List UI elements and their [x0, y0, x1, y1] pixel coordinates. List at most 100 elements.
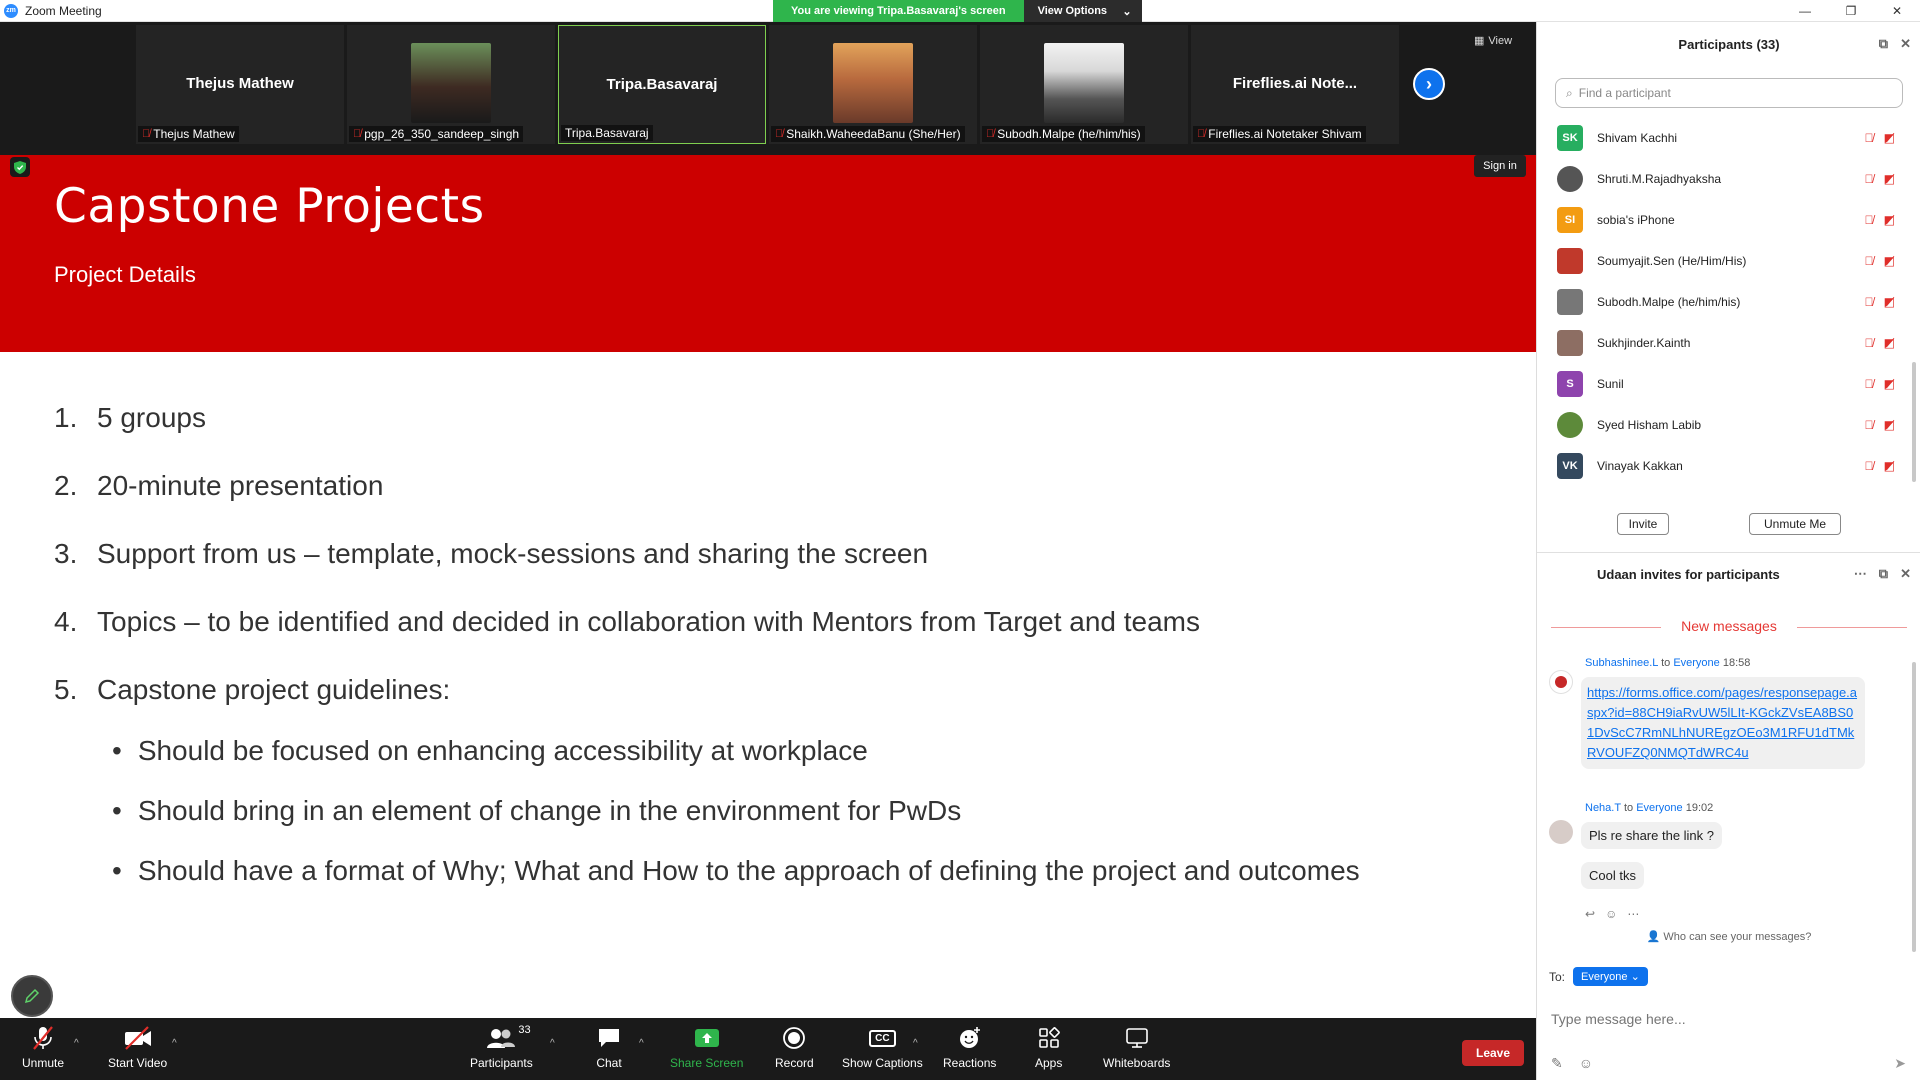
participant-search-input[interactable]: ⌕ Find a participant	[1555, 78, 1903, 108]
invite-button[interactable]: Invite	[1617, 513, 1669, 535]
bullet-text: Should be focused on enhancing accessibi…	[137, 735, 868, 766]
participant-row[interactable]: Subodh.Malpe (he/him/his) 🎙̸ ◩̸	[1537, 281, 1920, 322]
reactions-button[interactable]: Reactions	[943, 1024, 996, 1070]
participant-row[interactable]: SI sobia's iPhone 🎙̸ ◩̸	[1537, 199, 1920, 240]
side-panel: Participants (33) ⧉ ✕ ⌕ Find a participa…	[1536, 22, 1920, 1080]
annotate-pencil-button[interactable]	[11, 975, 53, 1017]
bullet-icon: •	[112, 855, 122, 886]
tile-label: 🎙̸ Subodh.Malpe (he/him/his)	[982, 126, 1145, 142]
apps-button[interactable]: Apps	[1035, 1024, 1062, 1070]
search-icon: ⌕	[1566, 85, 1573, 100]
send-icon[interactable]: ➤	[1894, 1055, 1906, 1072]
who-can-see-link[interactable]: 👤 Who can see your messages?	[1537, 930, 1920, 943]
video-tile[interactable]: Fireflies.ai Note... 🎙̸ Fireflies.ai Note…	[1191, 25, 1399, 144]
message-sender[interactable]: Subhashinee.L	[1585, 657, 1658, 669]
start-video-label: Start Video	[108, 1056, 168, 1070]
list-text: 5 groups	[97, 402, 206, 433]
close-icon[interactable]: ✕	[1900, 566, 1911, 582]
recipient-dropdown[interactable]: Everyone ⌄	[1573, 967, 1648, 986]
avatar	[1557, 329, 1583, 356]
video-tile[interactable]: 🎙̸ Shaikh.WaheedaBanu (She/Her)	[769, 25, 977, 144]
format-text-icon[interactable]: ✎	[1551, 1055, 1563, 1072]
pop-out-icon[interactable]: ⧉	[1879, 36, 1888, 52]
leave-button[interactable]: Leave	[1462, 1040, 1524, 1066]
message-to: to	[1623, 802, 1634, 814]
next-page-arrow-icon[interactable]: ›	[1413, 68, 1445, 100]
strip-view-label: View	[1488, 34, 1513, 47]
video-options-caret-icon[interactable]: ^	[172, 1038, 177, 1049]
whiteboards-button[interactable]: Whiteboards	[1103, 1024, 1170, 1070]
video-tile[interactable]: Thejus Mathew 🎙̸ Thejus Mathew	[136, 25, 344, 144]
participant-row[interactable]: VK Vinayak Kakkan 🎙̸ ◩̸	[1537, 445, 1920, 486]
muted-mic-icon: 🎙̸	[1864, 458, 1874, 473]
close-window-button[interactable]: ✕	[1874, 0, 1920, 22]
show-captions-button[interactable]: CC Show Captions	[842, 1024, 923, 1070]
chat-scrollbar[interactable]	[1912, 662, 1916, 952]
more-options-icon[interactable]: ⋯	[1854, 566, 1867, 582]
apps-grid-icon	[1038, 1024, 1060, 1052]
list-text: Support from us – template, mock-session…	[97, 538, 929, 569]
audio-options-caret-icon[interactable]: ^	[74, 1038, 79, 1049]
participant-status-icons: 🎙̸ ◩̸	[1865, 295, 1895, 309]
close-icon[interactable]: ✕	[1900, 36, 1911, 52]
message-link[interactable]: https://forms.office.com/pages/responsep…	[1587, 685, 1857, 760]
video-off-icon	[123, 1024, 153, 1052]
muted-mic-icon: 🎙̸	[1864, 376, 1874, 391]
participant-row[interactable]: S Sunil 🎙̸ ◩̸	[1537, 363, 1920, 404]
search-placeholder: Find a participant	[1578, 86, 1671, 100]
list-number: 1.	[54, 402, 78, 433]
muted-microphone-icon	[30, 1024, 56, 1052]
video-tile[interactable]: 🎙̸ pgp_26_350_sandeep_singh	[347, 25, 555, 144]
unmute-label: Unmute	[22, 1056, 65, 1070]
minimize-button[interactable]: —	[1782, 0, 1828, 22]
emoji-reaction-icon[interactable]: ☺	[1605, 907, 1617, 921]
chat-message-input[interactable]	[1551, 994, 1901, 1044]
tile-label-text: Subodh.Malpe (he/him/his)	[997, 127, 1141, 141]
more-options-icon[interactable]: ⋯	[1627, 907, 1639, 921]
participants-button[interactable]: 33 Participants	[470, 1024, 533, 1070]
maximize-button[interactable]: ❐	[1828, 0, 1874, 22]
view-options-button[interactable]: View Options ⌄	[1023, 0, 1142, 22]
tile-label: Tripa.Basavaraj	[561, 125, 653, 141]
recipient-row: To: Everyone ⌄	[1549, 967, 1648, 986]
start-video-button[interactable]: Start Video	[108, 1024, 167, 1070]
video-tile-active-speaker[interactable]: Tripa.Basavaraj Tripa.Basavaraj	[558, 25, 766, 144]
emoji-icon[interactable]: ☺	[1579, 1055, 1593, 1072]
participant-row[interactable]: Soumyajit.Sen (He/Him/His) 🎙̸ ◩̸	[1537, 240, 1920, 281]
unmute-me-button[interactable]: Unmute Me	[1749, 513, 1841, 535]
window-controls: — ❐ ✕	[1782, 0, 1920, 22]
strip-view-button[interactable]: ▦ View	[1474, 34, 1513, 48]
participants-caret-icon[interactable]: ^	[550, 1038, 555, 1049]
chat-button[interactable]: Chat	[596, 1024, 622, 1070]
participant-row[interactable]: Sukhjinder.Kainth 🎙̸ ◩̸	[1537, 322, 1920, 363]
message-sender[interactable]: Neha.T	[1585, 802, 1621, 814]
message-bubble: Pls re share the link ?	[1581, 822, 1723, 849]
cc-text: CC	[869, 1029, 896, 1047]
share-screen-button[interactable]: Share Screen	[670, 1024, 743, 1070]
record-button[interactable]: Record	[775, 1024, 814, 1070]
participant-row[interactable]: SK Shivam Kachhi 🎙̸ ◩̸	[1537, 117, 1920, 158]
reply-icon[interactable]: ↩	[1585, 907, 1595, 921]
who-can-see-text: Who can see your messages?	[1663, 931, 1812, 943]
view-options-label: View Options	[1037, 5, 1108, 17]
participant-photo	[833, 43, 913, 123]
message-time: 18:58	[1722, 657, 1751, 669]
tile-label: 🎙̸ Thejus Mathew	[138, 126, 239, 142]
video-tile[interactable]: 🎙̸ Subodh.Malpe (he/him/his)	[980, 25, 1188, 144]
show-captions-label: Show Captions	[842, 1056, 923, 1070]
tile-name: Thejus Mathew	[186, 75, 294, 92]
participant-row[interactable]: Syed Hisham Labib 🎙̸ ◩̸	[1537, 404, 1920, 445]
meeting-toolbar: Unmute ^ Start Video ^ 33 Participants ^…	[0, 1018, 1536, 1080]
chat-caret-icon[interactable]: ^	[639, 1038, 644, 1049]
slide-subtitle: Project Details	[54, 262, 196, 287]
message-recipient: Everyone	[1673, 657, 1720, 669]
unmute-button[interactable]: Unmute	[22, 1024, 64, 1070]
tile-label-text: Tripa.Basavaraj	[565, 126, 649, 140]
closed-captions-icon: CC	[869, 1024, 896, 1052]
participant-list-scrollbar[interactable]	[1912, 362, 1916, 482]
sign-in-button[interactable]: Sign in	[1474, 155, 1526, 177]
captions-caret-icon[interactable]: ^	[913, 1038, 918, 1049]
participant-row[interactable]: Shruti.M.Rajadhyaksha 🎙̸ ◩̸	[1537, 158, 1920, 199]
viewing-banner: You are viewing Tripa.Basavaraj's screen…	[773, 0, 1142, 22]
pop-out-icon[interactable]: ⧉	[1879, 566, 1888, 582]
